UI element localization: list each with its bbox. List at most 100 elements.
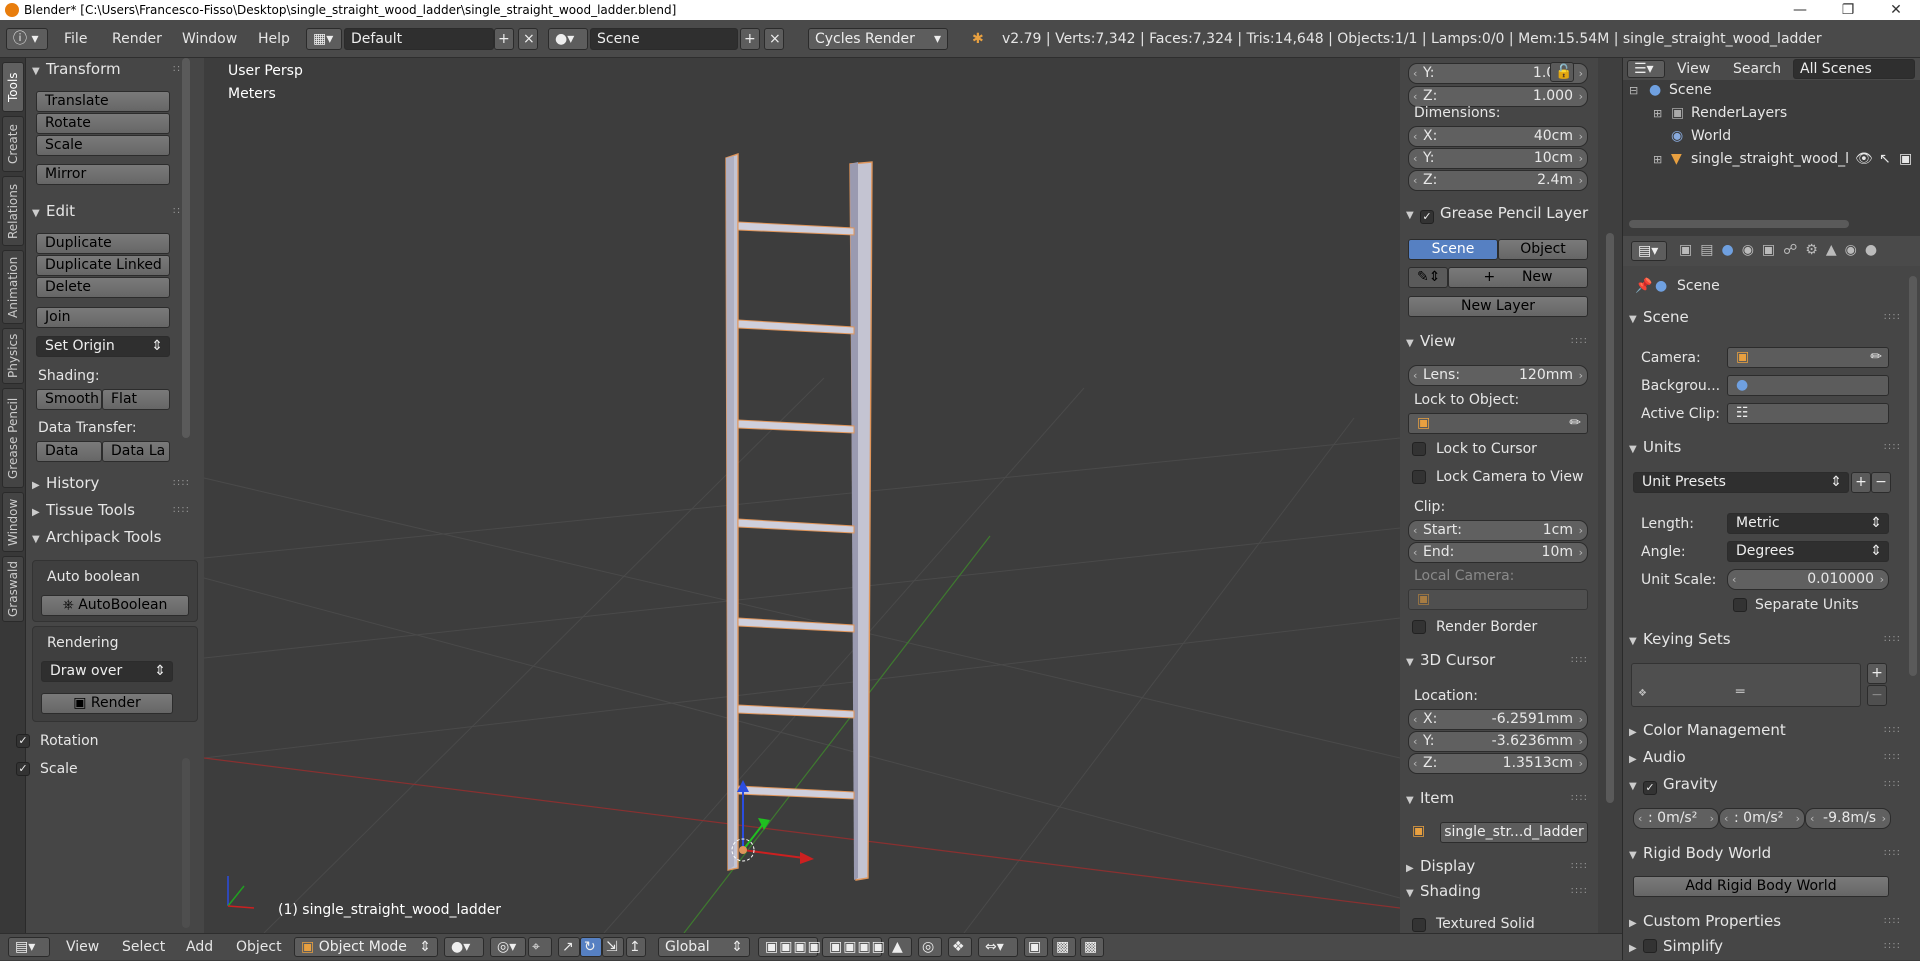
rotation-checkbox[interactable]: ✓ bbox=[16, 734, 30, 748]
grip-icon[interactable]: :::: bbox=[1571, 330, 1588, 352]
history-panel-header[interactable]: ▶ History:::: bbox=[32, 472, 194, 494]
unit-scale-field[interactable]: 0.010000 bbox=[1727, 569, 1889, 590]
outliner-editor-icon[interactable]: ☰▾ bbox=[1627, 60, 1665, 78]
menu-add[interactable]: Add bbox=[186, 934, 213, 961]
editor-type-icon[interactable]: ▤▾ bbox=[8, 937, 50, 957]
gp-pencil-icon[interactable]: ✎⇕ bbox=[1408, 267, 1448, 288]
outliner-display-mode-select[interactable]: All Scenes bbox=[1793, 59, 1915, 79]
screen-layout-icon[interactable]: ▦▾ bbox=[306, 28, 342, 50]
dimension-x-field[interactable]: X: 40cm bbox=[1408, 126, 1588, 147]
select-cursor-icon[interactable]: ↖ bbox=[1879, 151, 1891, 167]
grip-icon[interactable]: :::: bbox=[173, 472, 190, 494]
display-panel-header[interactable]: ▶ Display:::: bbox=[1406, 855, 1592, 877]
remove-preset-icon[interactable]: − bbox=[1871, 472, 1891, 493]
3d-cursor-panel-header[interactable]: ▼ 3D Cursor:::: bbox=[1406, 649, 1592, 671]
layers-grid-2[interactable]: ▣▣▣▣ bbox=[822, 937, 885, 957]
add-preset-icon[interactable]: + bbox=[1851, 472, 1871, 493]
shading-panel-header[interactable]: ▼ Shading:::: bbox=[1406, 880, 1592, 902]
active-clip-field[interactable]: ☷ bbox=[1727, 403, 1889, 424]
render-camera-icon[interactable]: ▣ bbox=[1899, 151, 1912, 167]
draw-over-select[interactable]: Draw over ⇕ bbox=[41, 661, 173, 682]
menu-file[interactable]: File bbox=[64, 20, 87, 58]
editor-type-icon[interactable]: ⓘ ▾ bbox=[6, 28, 48, 50]
render-button[interactable]: ▣ Render bbox=[41, 693, 173, 714]
grip-icon[interactable]: :::: bbox=[1571, 855, 1588, 877]
grip-icon[interactable]: :::: bbox=[1571, 880, 1588, 902]
scale-manipulator-icon[interactable]: ⇲ bbox=[602, 937, 624, 957]
rigid-body-panel-header[interactable]: ▼ Rigid Body World:::: bbox=[1629, 842, 1905, 864]
props-editor-icon[interactable]: ▤▾ bbox=[1631, 241, 1667, 261]
gravity-y-field[interactable]: : 0m/s² bbox=[1719, 808, 1805, 829]
delete-button[interactable]: Delete bbox=[36, 277, 170, 298]
data-button[interactable]: Data bbox=[36, 441, 102, 462]
outliner-world[interactable]: World bbox=[1691, 128, 1731, 144]
data-layers-button[interactable]: Data La bbox=[102, 441, 170, 462]
grease-pencil-panel-header[interactable]: ▼ ✓ Grease Pencil Layer bbox=[1406, 202, 1602, 224]
gravity-panel-header[interactable]: ▼ ✓ Gravity:::: bbox=[1629, 773, 1905, 795]
rotate-button[interactable]: Rotate bbox=[36, 113, 170, 134]
units-panel-header[interactable]: ▼ Units:::: bbox=[1629, 436, 1905, 458]
outliner-object[interactable]: single_straight_wood_l bbox=[1691, 151, 1851, 167]
add-scene-icon[interactable]: + bbox=[740, 28, 760, 50]
remove-screen-icon[interactable]: × bbox=[518, 28, 538, 50]
edit-panel-header[interactable]: ▼Edit:::: bbox=[32, 200, 194, 222]
snap-element-icon[interactable]: ❖ bbox=[948, 937, 972, 957]
viewport-canvas[interactable] bbox=[204, 58, 1400, 933]
snap-icon[interactable]: ↥ bbox=[626, 937, 646, 957]
grip-icon[interactable]: :::: bbox=[1884, 628, 1901, 650]
tab-animation[interactable]: Animation bbox=[2, 250, 24, 324]
tab-grease-pencil[interactable]: Grease Pencil bbox=[2, 388, 24, 488]
menu-render[interactable]: Render bbox=[112, 20, 162, 58]
outliner-scene[interactable]: Scene bbox=[1669, 82, 1712, 98]
gravity-x-field[interactable]: : 0m/s² bbox=[1633, 808, 1719, 829]
lock-object-field[interactable]: ▣ ✏ bbox=[1408, 413, 1588, 434]
add-rigid-body-world-button[interactable]: Add Rigid Body World bbox=[1633, 876, 1889, 897]
menu-help[interactable]: Help bbox=[258, 20, 290, 58]
visibility-eye-icon[interactable]: 👁 bbox=[1855, 151, 1873, 167]
lock-camera-checkbox[interactable] bbox=[1412, 470, 1426, 484]
lock-camera-icon[interactable]: ▲ bbox=[888, 937, 912, 957]
tab-tools[interactable]: Tools bbox=[2, 62, 24, 112]
simplify-panel-header[interactable]: ▶ Simplify:::: bbox=[1629, 935, 1905, 957]
lock-to-cursor-checkbox[interactable] bbox=[1412, 442, 1426, 456]
lock-scale-y-icon[interactable]: 🔓 bbox=[1550, 62, 1574, 82]
clip-end-field[interactable]: End: 10m bbox=[1408, 542, 1588, 563]
grip-icon[interactable]: :::: bbox=[1884, 910, 1901, 932]
transform-orientation-select[interactable]: Global ⇕ bbox=[658, 937, 750, 957]
custom-properties-panel-header[interactable]: ▶ Custom Properties:::: bbox=[1629, 910, 1905, 932]
render-camera-icon[interactable]: ▩ bbox=[1052, 937, 1076, 957]
props-scrollbar[interactable] bbox=[1909, 276, 1917, 676]
3d-viewport[interactable]: User Persp Meters (1) single_straight_wo… bbox=[204, 58, 1400, 933]
render-border-checkbox[interactable] bbox=[1412, 620, 1426, 634]
grip-icon[interactable]: :::: bbox=[1571, 649, 1588, 671]
clip-start-field[interactable]: Start: 1cm bbox=[1408, 520, 1588, 541]
menu-object[interactable]: Object bbox=[236, 934, 282, 961]
menu-window[interactable]: Window bbox=[182, 20, 237, 58]
gravity-z-field[interactable]: -9.8m/s bbox=[1805, 808, 1891, 829]
length-select[interactable]: Metric ⇕ bbox=[1727, 513, 1889, 534]
opengl-render-icon[interactable]: ▣ bbox=[1024, 937, 1048, 957]
tab-graswald[interactable]: Graswald bbox=[2, 556, 24, 622]
expand-icon[interactable]: ⊞ bbox=[1653, 153, 1662, 166]
outliner-view-menu[interactable]: View bbox=[1677, 58, 1710, 80]
grease-pencil-checkbox[interactable]: ✓ bbox=[1420, 210, 1434, 224]
duplicate-linked-button[interactable]: Duplicate Linked bbox=[36, 255, 170, 276]
lens-field[interactable]: Lens: 120mm bbox=[1408, 365, 1588, 386]
smooth-button[interactable]: Smooth bbox=[36, 389, 102, 410]
snap-target-select[interactable]: ⇔▾ bbox=[978, 937, 1018, 957]
add-screen-icon[interactable]: + bbox=[494, 28, 514, 50]
tab-window[interactable]: Window bbox=[2, 492, 24, 552]
tissue-panel-header[interactable]: ▶ Tissue Tools:::: bbox=[32, 499, 194, 521]
grip-icon[interactable]: :::: bbox=[173, 499, 190, 521]
minimize-icon[interactable]: — bbox=[1780, 0, 1820, 20]
cursor-y-field[interactable]: Y: -3.6236mm bbox=[1408, 731, 1588, 752]
outliner-search-menu[interactable]: Search bbox=[1733, 58, 1781, 80]
scene-panel-header[interactable]: ▼ Scene:::: bbox=[1629, 306, 1905, 328]
color-management-panel-header[interactable]: ▶ Color Management:::: bbox=[1629, 719, 1905, 741]
grip-icon[interactable]: :::: bbox=[1884, 436, 1901, 458]
grip-icon[interactable]: :::: bbox=[1884, 306, 1901, 328]
flat-button[interactable]: Flat bbox=[102, 389, 170, 410]
scene-icon[interactable]: ●▾ bbox=[548, 28, 588, 50]
tab-physics[interactable]: Physics bbox=[2, 328, 24, 384]
viewport-shading-select[interactable]: ●▾ bbox=[444, 937, 484, 957]
